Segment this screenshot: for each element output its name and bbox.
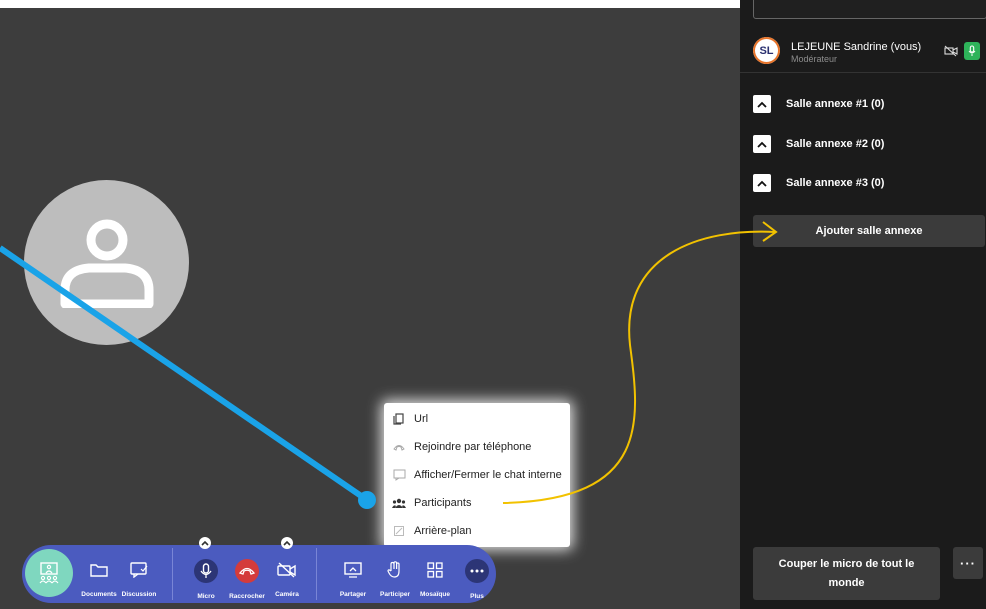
background-icon <box>392 524 406 538</box>
share-label: Partager <box>339 591 367 598</box>
participate-label: Participer <box>380 591 410 598</box>
camera-off-icon <box>275 559 299 581</box>
menu-item-label: Url <box>414 413 429 425</box>
folder-icon <box>87 559 111 581</box>
sidebar-divider <box>740 72 986 73</box>
breakout-room-label: Salle annexe #2 (0) <box>786 138 885 150</box>
menu-item-label: Participants <box>414 497 472 509</box>
top-strip <box>0 0 740 8</box>
room-hub-button[interactable] <box>25 549 73 597</box>
microphone-on-icon[interactable] <box>964 42 980 60</box>
chevron-up-icon[interactable] <box>753 174 771 192</box>
menu-item-label: Arrière-plan <box>414 525 472 537</box>
more-label: Plus <box>470 593 484 600</box>
copy-icon <box>392 412 406 426</box>
chevron-up-icon <box>201 540 209 546</box>
mute-all-button[interactable]: Couper le micro de tout le monde <box>753 547 940 600</box>
discussion-button[interactable]: Discussion <box>116 552 162 598</box>
share-screen-icon <box>341 559 365 581</box>
camera-off-icon <box>944 44 958 58</box>
menu-item-label: Afficher/Fermer le chat interne <box>414 469 562 481</box>
menu-item-participants[interactable]: Participants <box>384 489 570 517</box>
menu-item-chat[interactable]: Afficher/Fermer le chat interne <box>384 461 570 489</box>
add-breakout-room-button[interactable]: Ajouter salle annexe <box>753 215 985 247</box>
phone-icon <box>392 440 406 454</box>
participant-name: LEJEUNE Sandrine (vous) <box>791 41 922 53</box>
documents-label: Documents <box>81 591 117 598</box>
chevron-up-icon <box>283 540 291 546</box>
share-button[interactable]: Partager <box>330 552 376 598</box>
rooms-icon <box>39 562 59 584</box>
mosaic-label: Mosaïque <box>420 591 450 598</box>
user-icon <box>60 219 154 308</box>
raise-hand-icon <box>383 559 407 581</box>
sidebar-search-box[interactable] <box>753 0 986 19</box>
camera-options-chevron[interactable] <box>281 537 293 549</box>
avatar: SL <box>753 37 780 64</box>
camera-label: Caméra <box>275 591 299 598</box>
more-button[interactable]: Plus <box>454 552 500 600</box>
participant-role: Modérateur <box>791 54 838 64</box>
breakout-room-3[interactable]: Salle annexe #3 (0) <box>753 173 884 193</box>
breakout-room-1[interactable]: Salle annexe #1 (0) <box>753 94 884 114</box>
more-dots-icon <box>465 559 489 583</box>
breakout-room-2[interactable]: Salle annexe #2 (0) <box>753 134 884 154</box>
chat-icon <box>127 559 151 581</box>
breakout-room-label: Salle annexe #1 (0) <box>786 98 885 110</box>
people-icon <box>392 496 406 510</box>
micro-label: Micro <box>197 593 215 600</box>
more-menu: Url Rejoindre par téléphone Afficher/Fer… <box>384 403 570 547</box>
toolbar-separator <box>172 548 173 600</box>
hangup-icon <box>235 559 259 583</box>
microphone-icon <box>194 559 218 583</box>
participants-sidebar <box>740 0 986 609</box>
discussion-label: Discussion <box>121 591 157 598</box>
sidebar-more-button[interactable]: ··· <box>953 547 983 579</box>
menu-item-url[interactable]: Url <box>384 405 570 433</box>
micro-options-chevron[interactable] <box>199 537 211 549</box>
menu-item-background[interactable]: Arrière-plan <box>384 517 570 545</box>
breakout-room-label: Salle annexe #3 (0) <box>786 177 885 189</box>
grid-icon <box>423 559 447 581</box>
chat-icon <box>392 468 406 482</box>
menu-item-phone[interactable]: Rejoindre par téléphone <box>384 433 570 461</box>
camera-button[interactable]: Caméra <box>264 552 310 598</box>
participant-avatar <box>24 180 189 345</box>
toolbar-separator <box>316 548 317 600</box>
mosaic-button[interactable]: Mosaïque <box>412 552 458 598</box>
micro-button[interactable]: Micro <box>183 552 229 600</box>
chevron-up-icon[interactable] <box>753 95 771 113</box>
chevron-up-icon[interactable] <box>753 135 771 153</box>
menu-item-label: Rejoindre par téléphone <box>414 441 532 453</box>
hangup-label: Raccrocher <box>229 593 265 600</box>
